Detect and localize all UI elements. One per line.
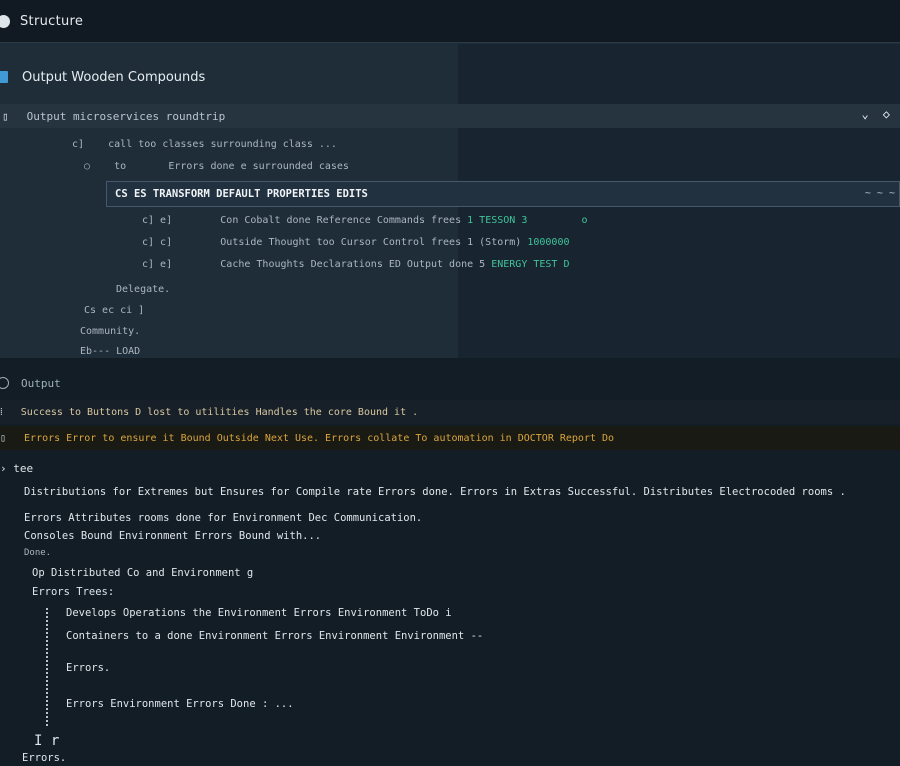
log-line: Distributions for Extremes but Ensures f… <box>24 486 846 498</box>
log-line: Errors Trees: <box>32 586 115 598</box>
chevron-right-icon: › <box>0 462 7 475</box>
warning-row[interactable]: ⁞ Success to Buttons D lost to utilities… <box>0 400 900 424</box>
log-line: Develops Operations the Environment Erro… <box>66 607 452 619</box>
output-header[interactable]: Output <box>0 368 900 398</box>
log-line: Errors Attributes rooms done for Environ… <box>24 512 423 524</box>
project-icon <box>0 71 8 83</box>
log-line: Done. <box>24 548 52 558</box>
info-icon: ⁞ <box>0 406 3 418</box>
tree-item[interactable]: Cs ec ci ] <box>84 305 144 316</box>
tree-item[interactable]: c] e] Cache Thoughts Declarations ED Out… <box>142 259 570 270</box>
log-line: Containers to a done Environment Errors … <box>66 630 484 642</box>
tree-item[interactable]: ○ to Errors done e surrounded cases <box>84 161 349 172</box>
tree-item[interactable]: c] call too classes surrounding class ..… <box>72 139 337 150</box>
circle-icon <box>0 14 10 28</box>
window-title: Structure <box>20 13 84 29</box>
text-cursor[interactable]: I r <box>34 733 59 749</box>
log-line: Consoles Bound Environment Errors Bound … <box>24 530 322 542</box>
selected-tree-item[interactable]: CS ES TRANSFORM DEFAULT PROPERTIES EDITS… <box>106 181 900 207</box>
output-icon <box>0 377 9 389</box>
folder-actions: ⌄ ◇ <box>862 107 890 121</box>
chevron-down-icon[interactable]: ⌄ <box>862 107 869 121</box>
title-bar: Structure <box>0 0 900 43</box>
tree-item[interactable]: Community. <box>80 326 140 337</box>
selected-mark: ~ ~ ~ <box>864 188 895 199</box>
folder-icon: ▯ <box>2 109 9 123</box>
error-icon: ▯ <box>0 432 7 444</box>
tree-item[interactable]: Delegate. <box>116 284 170 295</box>
log-footer: Errors. <box>22 752 67 764</box>
tree-item[interactable]: c] c] Outside Thought too Cursor Control… <box>142 237 570 248</box>
folder-row[interactable]: ▯ Output microservices roundtrip ⌄ ◇ <box>0 104 900 128</box>
diamond-icon[interactable]: ◇ <box>883 107 890 121</box>
project-row[interactable]: Output Wooden Compounds <box>0 62 900 92</box>
project-label: Output Wooden Compounds <box>22 69 206 85</box>
indent-guide <box>46 608 56 726</box>
folder-label: Output microservices roundtrip <box>26 109 226 123</box>
tree-item[interactable]: Eb--- LOAD <box>80 346 140 357</box>
error-row[interactable]: ▯ Errors Error to ensure it Bound Outsid… <box>0 426 900 450</box>
log-line: Errors. <box>66 662 111 674</box>
tree-item[interactable]: c] e] Con Cobalt done Reference Commands… <box>142 215 588 226</box>
log-prompt: › tee <box>0 462 34 475</box>
log-line: Op Distributed Co and Environment g <box>32 567 254 579</box>
log-line: Errors Environment Errors Done : ... <box>66 698 294 710</box>
output-title: Output <box>21 376 61 390</box>
